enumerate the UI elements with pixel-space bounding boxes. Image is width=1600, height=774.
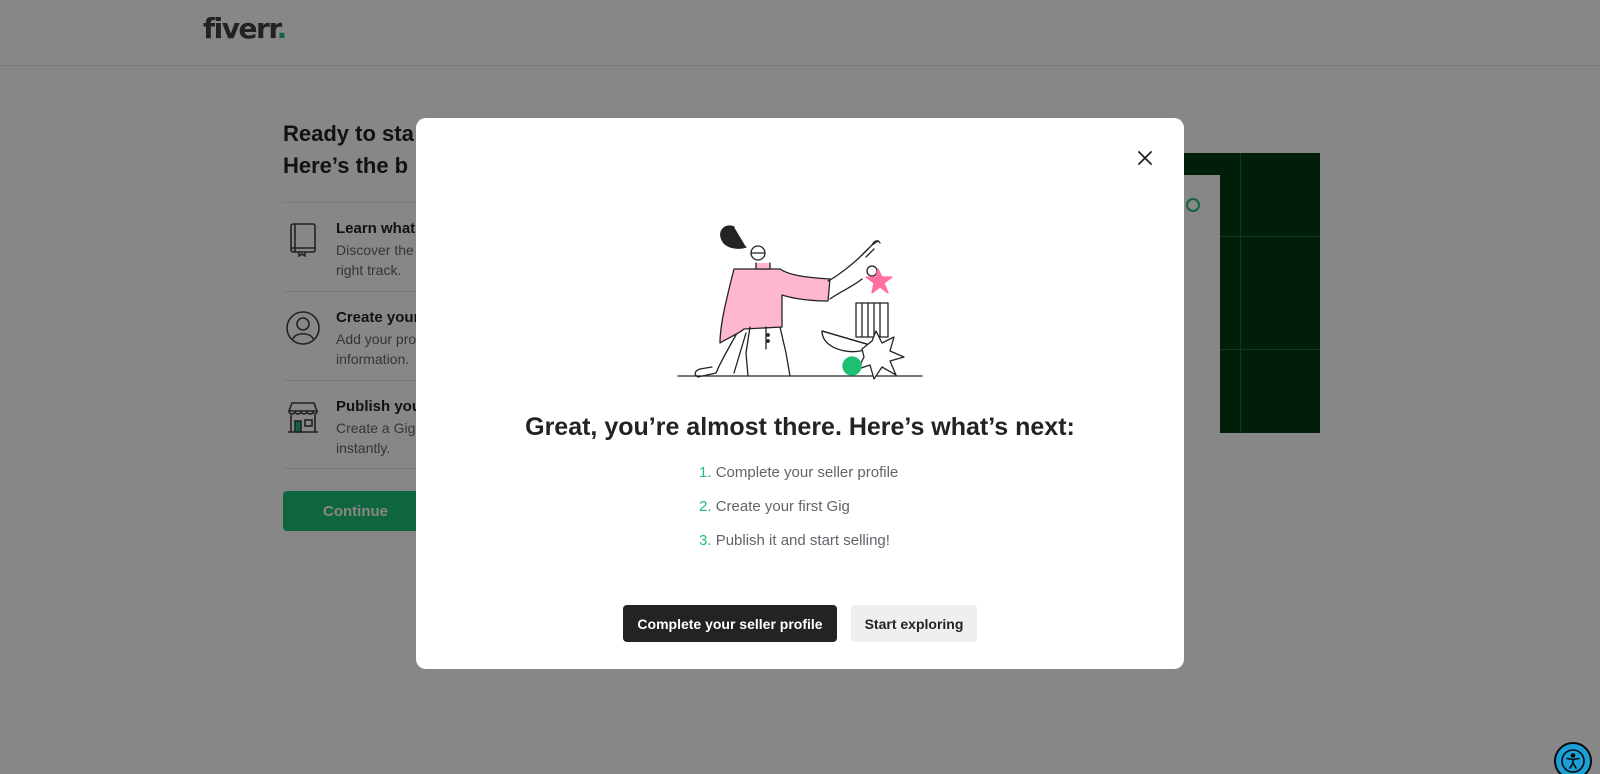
list-number: 2.: [699, 498, 712, 515]
list-text: Create your first Gig: [715, 498, 850, 515]
list-number: 3.: [699, 532, 712, 549]
start-exploring-button[interactable]: Start exploring: [851, 605, 977, 642]
next-steps-list: 1. Complete your seller profile 2. Creat…: [699, 463, 898, 565]
complete-seller-profile-button[interactable]: Complete your seller profile: [623, 605, 837, 642]
list-item: 3. Publish it and start selling!: [699, 531, 898, 565]
woman-reaching-illustration: [677, 225, 923, 380]
list-text: Publish it and start selling!: [715, 532, 890, 549]
next-steps-modal: [416, 118, 1184, 669]
accessibility-icon: [1561, 749, 1585, 773]
list-text: Complete your seller profile: [715, 464, 899, 481]
modal-title: Great, you’re almost there. Here’s what’…: [525, 413, 1075, 441]
list-number: 1.: [699, 464, 712, 481]
close-button[interactable]: [1124, 137, 1166, 179]
close-icon: [1138, 151, 1152, 165]
accessibility-button[interactable]: [1554, 742, 1592, 774]
list-item: 2. Create your first Gig: [699, 497, 898, 531]
list-item: 1. Complete your seller profile: [699, 463, 898, 497]
